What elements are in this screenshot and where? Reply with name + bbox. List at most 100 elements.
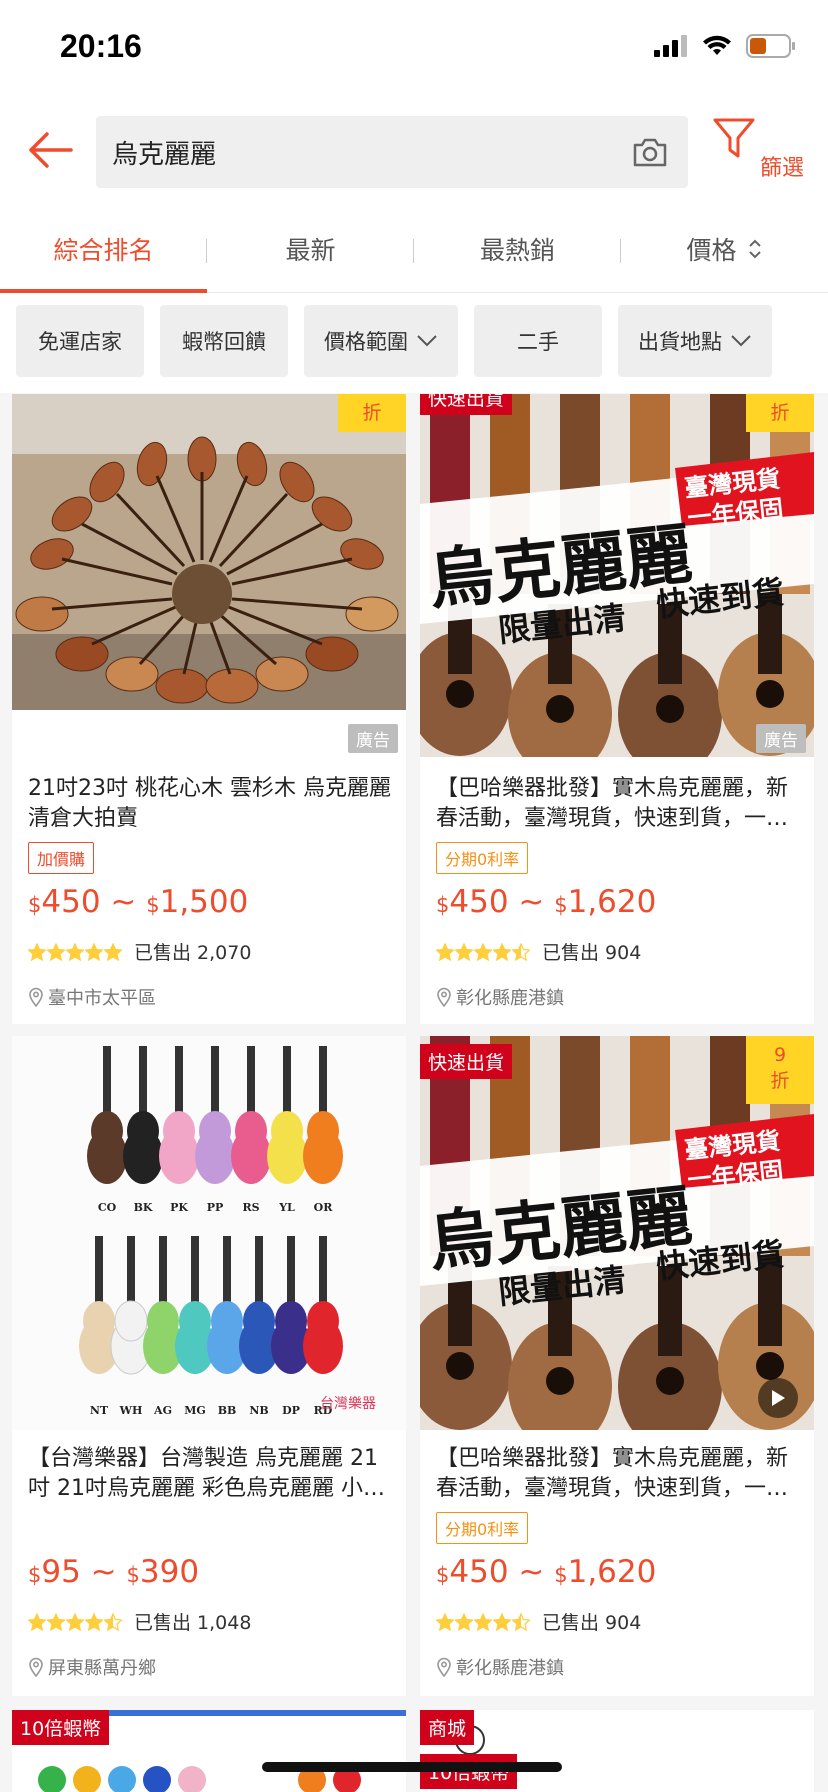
- arrow-left-icon: [29, 132, 73, 168]
- brand-mark: 台灣樂器: [320, 1395, 376, 1411]
- rating-row: 已售出 904: [436, 938, 641, 965]
- color-code: PK: [170, 1201, 188, 1214]
- back-button[interactable]: [22, 122, 78, 178]
- search-header: 烏克麗麗 篩選: [0, 100, 828, 205]
- product-card[interactable]: CO BK PK PP RS YL OR NT WH AG MG BB NB D…: [12, 1036, 406, 1696]
- fast-shipping-badge: 快速出貨: [420, 394, 513, 415]
- discount-flag: 折: [746, 394, 814, 432]
- ukulele-fan-photo: [12, 394, 406, 710]
- product-title: 【台灣樂器】台灣製造 烏克麗麗 21吋 21吋烏克麗麗 彩色烏克麗麗 小吉他: [28, 1446, 385, 1501]
- product-price: $450 ~ $1,620: [436, 1554, 656, 1590]
- discount-flag-text: 折: [770, 402, 790, 424]
- star-icon: [493, 942, 511, 961]
- currency-symbol: $: [436, 1563, 450, 1587]
- shop-location: 臺中市太平區: [48, 988, 156, 1009]
- currency-symbol: $: [554, 893, 568, 917]
- location-row: 臺中市太平區: [28, 984, 156, 1010]
- discount-flag-number: 9: [773, 1044, 787, 1066]
- currency-symbol: $: [28, 893, 42, 917]
- product-card[interactable]: 折 廣告 21吋23吋 桃花心木 雲杉木 烏克麗麗 清倉大拍賣 加價購 $450…: [12, 394, 406, 1024]
- product-image: 折 廣告: [12, 394, 406, 757]
- rating-stars: [28, 942, 122, 961]
- star-icon: [28, 942, 46, 961]
- chip-coin-cashback[interactable]: 蝦幣回饋: [160, 305, 288, 377]
- status-bar: 20:16: [0, 0, 828, 100]
- ad-badge: 廣告: [756, 724, 806, 753]
- star-icon: [28, 1612, 46, 1631]
- chip-label: 二手: [517, 330, 559, 354]
- product-image: CO BK PK PP RS YL OR NT WH AG MG BB NB D…: [12, 1036, 406, 1430]
- star-icon: [85, 1612, 103, 1631]
- play-video-button[interactable]: [758, 1378, 798, 1418]
- location-row: 彰化縣鹿港鎮: [436, 1654, 564, 1680]
- chip-free-shipping[interactable]: 免運店家: [16, 305, 144, 377]
- star-icon: [474, 942, 492, 961]
- price-separator: ~: [508, 884, 555, 920]
- chevron-down-icon: [730, 334, 752, 348]
- mall-badge: 商城: [420, 1710, 475, 1745]
- star-icon: [512, 1612, 530, 1631]
- screen: 20:16 烏克麗麗 篩選 綜合排名 最新 最熱銷 價格 免運店家 蝦幣回饋 價…: [0, 0, 828, 1792]
- chip-label: 免運店家: [38, 330, 122, 354]
- product-price: $450 ~ $1,500: [28, 884, 248, 920]
- tab-relevance[interactable]: 綜合排名: [0, 205, 207, 293]
- status-icons: [654, 34, 796, 58]
- location-pin-icon: [436, 1657, 452, 1677]
- colorful-ukuleles-photo: CO BK PK PP RS YL OR NT WH AG MG BB NB D…: [12, 1036, 406, 1430]
- search-input[interactable]: 烏克麗麗: [96, 116, 688, 188]
- filter-chips: 免運店家 蝦幣回饋 價格範圍 二手 出貨地點: [0, 293, 828, 393]
- filter-button[interactable]: 篩選: [712, 118, 812, 181]
- ad-badge: 廣告: [348, 724, 398, 753]
- tab-label: 價格: [686, 236, 737, 265]
- color-code: BB: [218, 1404, 237, 1417]
- color-code: PP: [207, 1201, 224, 1214]
- product-title: 21吋23吋 桃花心木 雲杉木 烏克麗麗 清倉大拍賣: [28, 776, 391, 831]
- sold-count: 已售出 904: [542, 942, 642, 964]
- tab-label: 綜合排名: [53, 236, 154, 265]
- color-code: NT: [90, 1404, 109, 1417]
- tab-label: 最新: [285, 236, 336, 265]
- camera-button[interactable]: [628, 130, 672, 174]
- tab-top-sales[interactable]: 最熱銷: [414, 205, 621, 293]
- product-card[interactable]: 烏克麗麗 臺灣現貨 一年保固 限量出清 快速到貨 快速出貨 折 廣告 【巴哈樂器…: [420, 394, 814, 1024]
- fast-shipping-badge: 快速出貨: [420, 1044, 513, 1079]
- location-pin-icon: [28, 987, 44, 1007]
- chip-price-range[interactable]: 價格範圍: [304, 305, 458, 377]
- filter-label: 篩選: [760, 156, 805, 181]
- rating-row: 已售出 904: [436, 1608, 641, 1635]
- product-card[interactable]: 商城 10倍蝦幣: [420, 1710, 814, 1792]
- shop-location: 彰化縣鹿港鎮: [456, 1658, 564, 1679]
- color-code: BK: [134, 1201, 153, 1214]
- ukulele-banner-photo: 烏克麗麗 臺灣現貨 一年保固 限量出清 快速到貨: [420, 394, 814, 757]
- star-icon: [85, 942, 103, 961]
- discount-flag-text: 折: [770, 1070, 790, 1092]
- star-icon: [474, 1612, 492, 1631]
- home-indicator: [262, 1762, 562, 1772]
- location-row: 彰化縣鹿港鎮: [436, 984, 564, 1010]
- play-icon: [772, 1390, 785, 1406]
- product-card[interactable]: 烏克麗麗 臺灣現貨 一年保固 限量出清 快速到貨 快速出貨 9 折 【巴哈樂器批…: [420, 1036, 814, 1696]
- chip-label: 價格範圍: [324, 330, 408, 354]
- price-min: 450: [449, 884, 509, 920]
- price-max: 1,620: [567, 884, 657, 920]
- currency-symbol: $: [146, 893, 160, 917]
- chip-label: 蝦幣回饋: [182, 330, 266, 354]
- star-icon: [455, 1612, 473, 1631]
- status-time: 20:16: [60, 28, 142, 64]
- chip-second-hand[interactable]: 二手: [474, 305, 602, 377]
- star-icon: [493, 1612, 511, 1631]
- tab-price[interactable]: 價格: [621, 205, 828, 293]
- chip-ship-from[interactable]: 出貨地點: [618, 305, 772, 377]
- star-icon: [47, 1612, 65, 1631]
- tab-latest[interactable]: 最新: [207, 205, 414, 293]
- location-pin-icon: [28, 1657, 44, 1677]
- star-icon: [512, 942, 530, 961]
- shop-location: 彰化縣鹿港鎮: [456, 988, 564, 1009]
- product-price: $95 ~ $390: [28, 1554, 199, 1590]
- currency-symbol: $: [436, 893, 450, 917]
- chevron-down-icon: [416, 334, 438, 348]
- product-card[interactable]: 10倍蝦幣: [12, 1710, 406, 1792]
- star-icon: [455, 942, 473, 961]
- location-pin-icon: [436, 987, 452, 1007]
- funnel-icon: [713, 118, 755, 158]
